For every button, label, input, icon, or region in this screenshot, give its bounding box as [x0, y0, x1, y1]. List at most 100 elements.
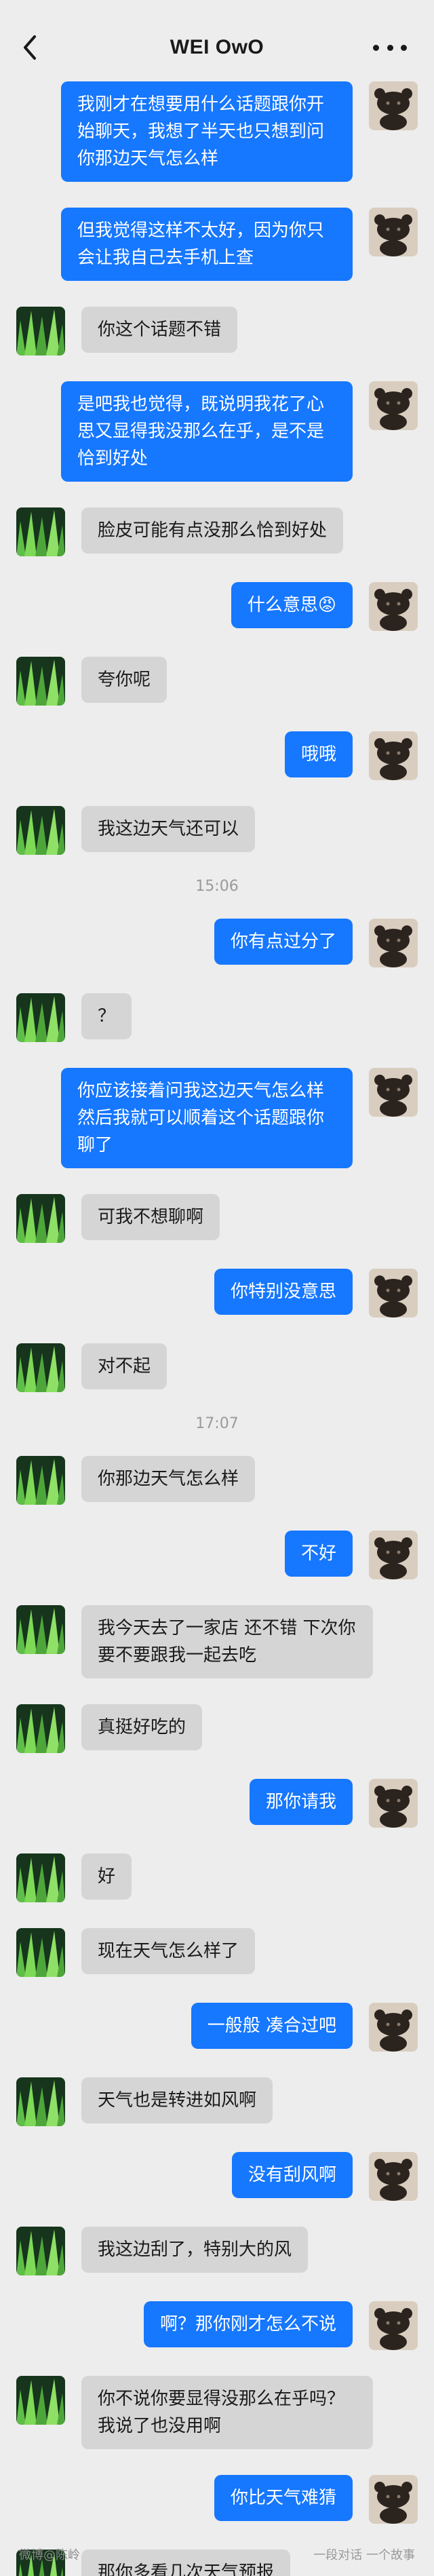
contact-avatar[interactable] [16, 307, 65, 355]
contact-avatar[interactable] [16, 507, 65, 556]
watermark: 微博@陈岭 一段对话 一个故事 [0, 2541, 434, 2568]
bear-avatar-icon [369, 2152, 418, 2201]
contact-avatar[interactable] [16, 1928, 65, 1977]
aurora-avatar-icon [16, 1456, 65, 1505]
self-avatar[interactable] [369, 381, 418, 430]
sent-message-bubble[interactable]: 你比天气难猜 [214, 2475, 353, 2521]
sent-message-bubble[interactable]: 是吧我也觉得，既说明我花了心思又显得我没那么在乎，是不是恰到好处 [61, 381, 353, 482]
contact-avatar[interactable] [16, 657, 65, 706]
contact-avatar[interactable] [16, 1456, 65, 1505]
bear-avatar-icon [369, 1779, 418, 1828]
sent-message-bubble[interactable]: 你应该接着问我这边天气怎么样 然后我就可以顺着这个话题跟你聊了 [61, 1068, 353, 1168]
received-message-bubble[interactable]: 你不说你要显得没那么在乎吗？我说了也没用啊 [81, 2376, 373, 2449]
sent-message-row: 但我觉得这样不太好，因为你只会让我自己去手机上查 [0, 208, 434, 281]
received-message-row: 可我不想聊啊 [0, 1194, 434, 1243]
aurora-avatar-icon [16, 2376, 65, 2425]
bear-avatar-icon [369, 2301, 418, 2350]
bear-avatar-icon [369, 381, 418, 430]
received-message-row: 你这个话题不错 [0, 307, 434, 355]
received-message-row: 你那边天气怎么样 [0, 1456, 434, 1505]
contact-avatar[interactable] [16, 2077, 65, 2126]
self-avatar[interactable] [369, 1068, 418, 1117]
aurora-avatar-icon [16, 1704, 65, 1753]
sent-message-row: 一般般 凑合过吧 [0, 2003, 434, 2052]
received-message-row: 好 [0, 1853, 434, 1902]
received-message-bubble[interactable]: 夸你呢 [81, 657, 167, 703]
received-message-bubble[interactable]: 好 [81, 1853, 132, 1900]
received-message-bubble[interactable]: 我这边刮了，特别大的风 [81, 2227, 309, 2273]
bear-avatar-icon [369, 731, 418, 780]
bear-avatar-icon [369, 1068, 418, 1117]
self-avatar[interactable] [369, 2301, 418, 2350]
received-message-bubble[interactable]: 我今天去了一家店 还不错 下次你要不要跟我一起去吃 [81, 1605, 373, 1678]
self-avatar[interactable] [369, 208, 418, 256]
sent-message-bubble[interactable]: 啊？那你刚才怎么不说 [143, 2301, 353, 2347]
received-message-row: 天气也是转进如风啊 [0, 2077, 434, 2126]
bear-avatar-icon [369, 2003, 418, 2052]
chevron-left-icon [24, 35, 36, 60]
sent-message-bubble[interactable]: 什么意思😡 [231, 582, 353, 628]
received-message-row: 我这边刮了，特别大的风 [0, 2227, 434, 2275]
sent-message-row: 我刚才在想要用什么话题跟你开始聊天，我想了半天也只想到问你那边天气怎么样 [0, 81, 434, 182]
bear-avatar-icon [369, 1269, 418, 1318]
self-avatar[interactable] [369, 1779, 418, 1828]
received-message-bubble[interactable]: 现在天气怎么样了 [81, 1928, 256, 1974]
contact-avatar[interactable] [16, 1194, 65, 1243]
sent-message-row: 你有点过分了 [0, 919, 434, 967]
back-button[interactable] [16, 31, 43, 64]
self-avatar[interactable] [369, 582, 418, 631]
self-avatar[interactable] [369, 1531, 418, 1579]
sent-message-bubble[interactable]: 你特别没意思 [214, 1269, 353, 1315]
received-message-bubble[interactable]: 真挺好吃的 [81, 1704, 203, 1750]
aurora-avatar-icon [16, 2077, 65, 2126]
contact-avatar[interactable] [16, 993, 65, 1042]
self-avatar[interactable] [369, 731, 418, 780]
sent-message-bubble[interactable]: 但我觉得这样不太好，因为你只会让我自己去手机上查 [61, 208, 353, 281]
sent-message-row: 那你请我 [0, 1779, 434, 1828]
aurora-avatar-icon [16, 1853, 65, 1902]
sent-message-row: 啊？那你刚才怎么不说 [0, 2301, 434, 2350]
sent-message-bubble[interactable]: 哦哦 [284, 731, 353, 777]
bear-avatar-icon [369, 81, 418, 130]
message-list[interactable]: 我刚才在想要用什么话题跟你开始聊天，我想了半天也只想到问你那边天气怎么样但我觉得… [0, 81, 434, 2576]
self-avatar[interactable] [369, 919, 418, 967]
received-message-row: 现在天气怎么样了 [0, 1928, 434, 1977]
sent-message-row: 什么意思😡 [0, 582, 434, 631]
received-message-row: 我今天去了一家店 还不错 下次你要不要跟我一起去吃 [0, 1605, 434, 1678]
contact-avatar[interactable] [16, 2227, 65, 2275]
contact-avatar[interactable] [16, 806, 65, 855]
sent-message-bubble[interactable]: 没有刮风啊 [231, 2152, 353, 2198]
self-avatar[interactable] [369, 1269, 418, 1318]
sent-message-bubble[interactable]: 一般般 凑合过吧 [191, 2003, 353, 2049]
sent-message-bubble[interactable]: 你有点过分了 [214, 919, 353, 965]
more-button[interactable] [373, 41, 407, 54]
sent-message-row: 你比天气难猜 [0, 2475, 434, 2524]
received-message-bubble[interactable]: ？ [81, 993, 132, 1039]
self-avatar[interactable] [369, 2003, 418, 2052]
sent-message-bubble[interactable]: 不好 [284, 1531, 353, 1577]
dot [401, 44, 407, 51]
received-message-bubble[interactable]: 天气也是转进如风啊 [81, 2077, 273, 2123]
contact-avatar[interactable] [16, 2376, 65, 2425]
aurora-avatar-icon [16, 2227, 65, 2275]
contact-avatar[interactable] [16, 1343, 65, 1392]
aurora-avatar-icon [16, 1194, 65, 1243]
self-avatar[interactable] [369, 2475, 418, 2524]
aurora-avatar-icon [16, 1343, 65, 1392]
received-message-bubble[interactable]: 你那边天气怎么样 [81, 1456, 256, 1502]
received-message-bubble[interactable]: 你这个话题不错 [81, 307, 238, 353]
sent-message-bubble[interactable]: 我刚才在想要用什么话题跟你开始聊天，我想了半天也只想到问你那边天气怎么样 [61, 81, 353, 182]
contact-avatar[interactable] [16, 1704, 65, 1753]
contact-avatar[interactable] [16, 1605, 65, 1654]
received-message-bubble[interactable]: 对不起 [81, 1343, 167, 1389]
sent-message-bubble[interactable]: 那你请我 [249, 1779, 353, 1825]
received-message-bubble[interactable]: 脸皮可能有点没那么恰到好处 [81, 507, 344, 554]
sent-message-row: 不好 [0, 1531, 434, 1579]
contact-avatar[interactable] [16, 1853, 65, 1902]
aurora-avatar-icon [16, 1605, 65, 1654]
received-message-bubble[interactable]: 我这边天气还可以 [81, 806, 256, 852]
received-message-bubble[interactable]: 可我不想聊啊 [81, 1194, 220, 1240]
self-avatar[interactable] [369, 81, 418, 130]
sent-message-row: 哦哦 [0, 731, 434, 780]
self-avatar[interactable] [369, 2152, 418, 2201]
